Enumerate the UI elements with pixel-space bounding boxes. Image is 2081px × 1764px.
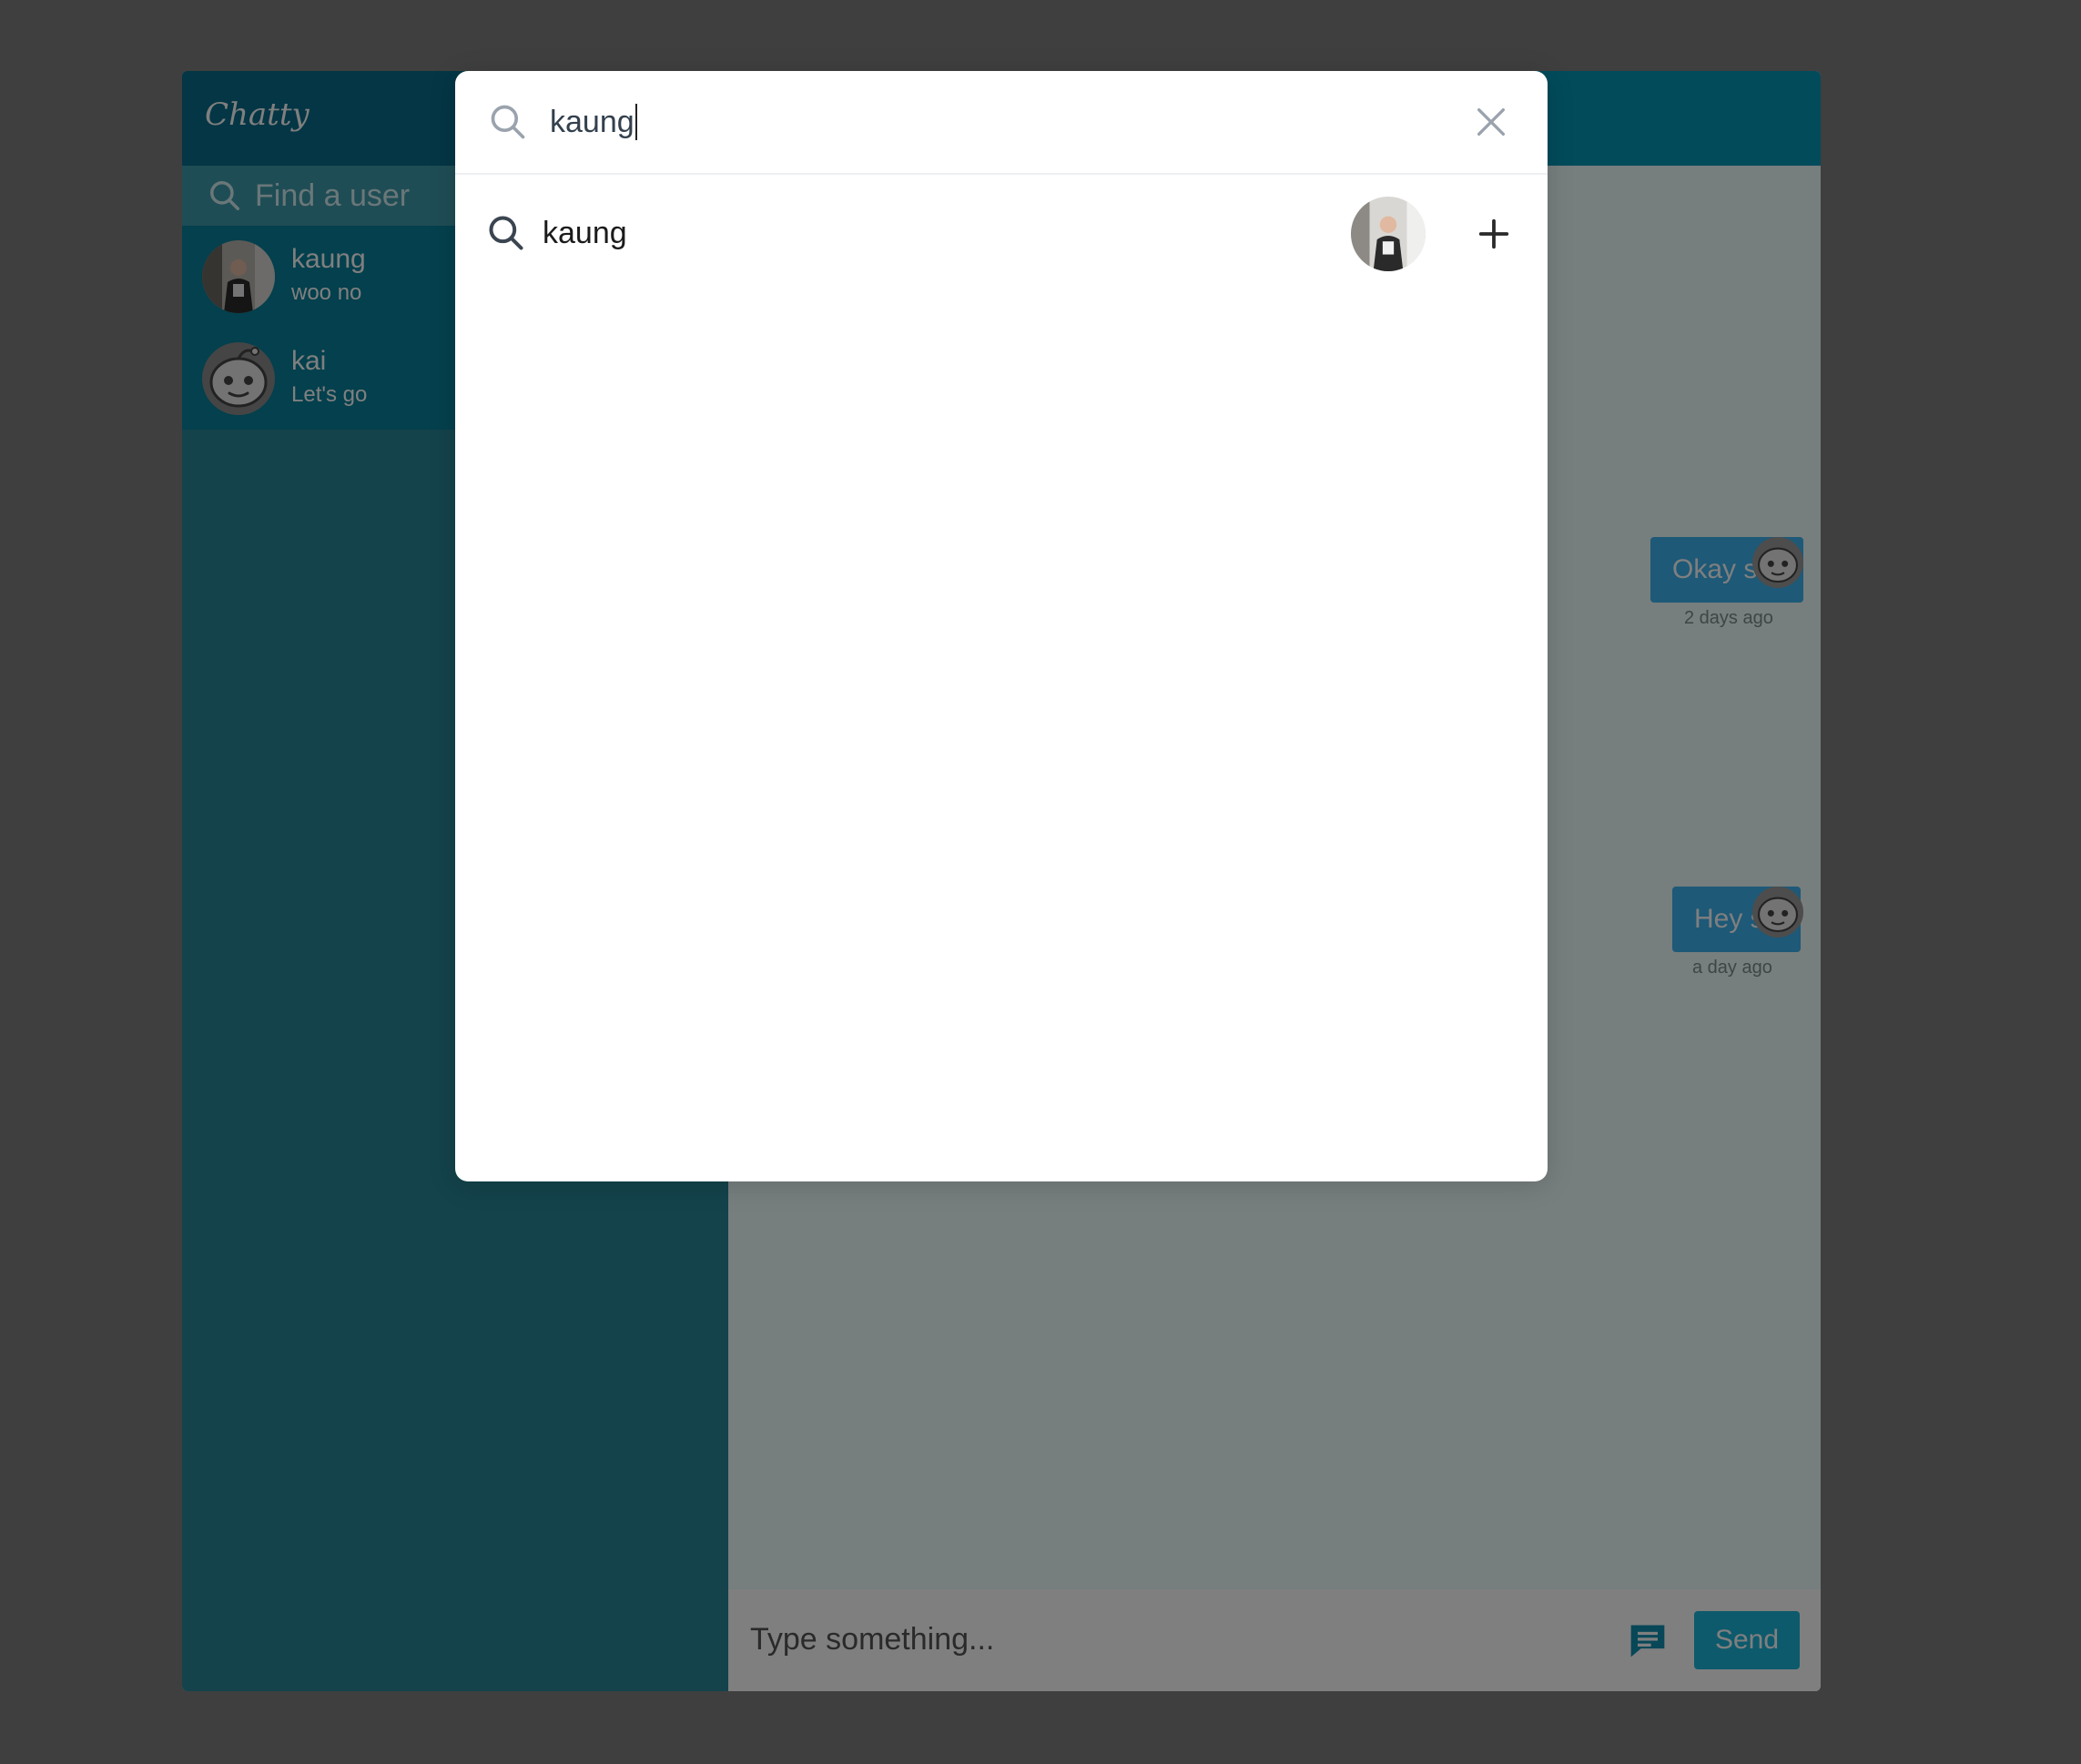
close-icon[interactable]	[1473, 104, 1509, 140]
search-icon	[491, 105, 525, 139]
user-search-modal: kaung kaung	[455, 71, 1548, 1181]
search-result-label: kaung	[543, 216, 627, 250]
search-query: kaung	[550, 105, 634, 139]
search-input[interactable]: kaung	[550, 102, 637, 142]
text-caret	[634, 104, 637, 141]
modal-search-bar: kaung	[455, 71, 1548, 175]
search-icon	[489, 216, 523, 250]
photo-avatar-icon	[1351, 197, 1426, 271]
plus-icon[interactable]	[1477, 217, 1511, 251]
avatar	[1351, 197, 1426, 271]
